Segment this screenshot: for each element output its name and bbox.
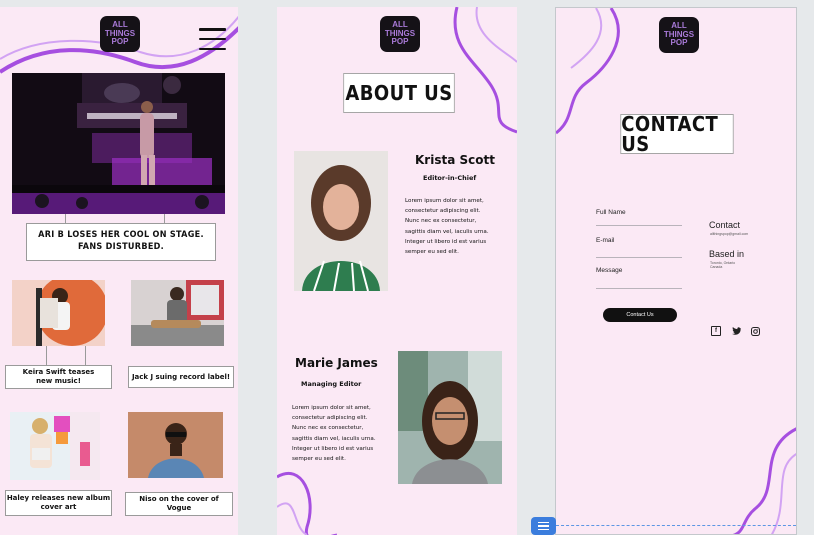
person-name: Krista Scott [415,153,495,167]
page-title: ABOUT US [343,73,455,113]
about-frame: ALL THINGS POP ABOUT US Krista Scott Edi… [277,7,517,535]
person-bio: Lorem ipsum dolor sit amet, consectetur … [405,198,489,256]
email-underline [596,257,682,258]
article-caption[interactable]: Haley releases new album cover art [5,490,112,516]
profile-photo-marie [398,351,502,484]
profile-photo-krista [294,151,388,291]
page-title: CONTACT US [620,114,734,154]
person-bio: Lorem ipsum dolor sit amet, consectetur … [292,405,376,463]
contact-email[interactable]: allthingspop@gmail.com [710,232,748,236]
hero-headline[interactable]: ARI B LOSES HER COOL ON STAGE. FANS DIST… [26,223,216,261]
article-image-jack[interactable] [131,280,224,346]
message-field[interactable] [596,274,682,286]
person-role: Managing Editor [301,380,362,388]
home-frame: ALL THINGS POP ARI B LOSES HER COOL ON S… [0,7,238,535]
article-image-niso[interactable] [128,412,223,478]
facebook-icon[interactable]: f [711,326,721,336]
instagram-icon[interactable] [750,326,760,336]
twitter-icon[interactable] [731,326,741,336]
article-caption[interactable]: Keira Swift teases new music! [5,365,112,389]
article-caption[interactable]: Jack J suing record label! [128,366,234,388]
email-field[interactable] [596,244,682,256]
decorative-wave [556,8,796,534]
contact-submit-button[interactable]: Contact Us [603,308,677,322]
hamburger-menu-icon[interactable] [199,28,226,50]
frame-selection-handle[interactable] [531,517,556,535]
article-image-keira[interactable] [12,280,105,346]
contact-frame: ALL THINGS POP CONTACT US Full Name E-ma… [555,7,797,535]
based-in-heading: Based in [709,249,745,259]
full-name-underline [596,225,682,226]
based-in-location: Toronto, Ontario Canada [710,261,736,270]
hero-concert-image[interactable] [12,73,225,214]
logo[interactable]: ALL THINGS POP [659,17,699,53]
person-name: Marie James [295,356,378,370]
article-connector [46,346,86,366]
logo[interactable]: ALL THINGS POP [100,16,140,52]
article-caption[interactable]: Niso on the cover of Vogue [125,492,233,516]
message-underline [596,288,682,289]
logo[interactable]: ALL THINGS POP [380,16,420,52]
contact-heading: Contact [709,220,741,230]
article-image-haley[interactable] [10,412,100,480]
selection-guide-line [556,525,796,526]
person-role: Editor-in-Chief [423,174,477,182]
